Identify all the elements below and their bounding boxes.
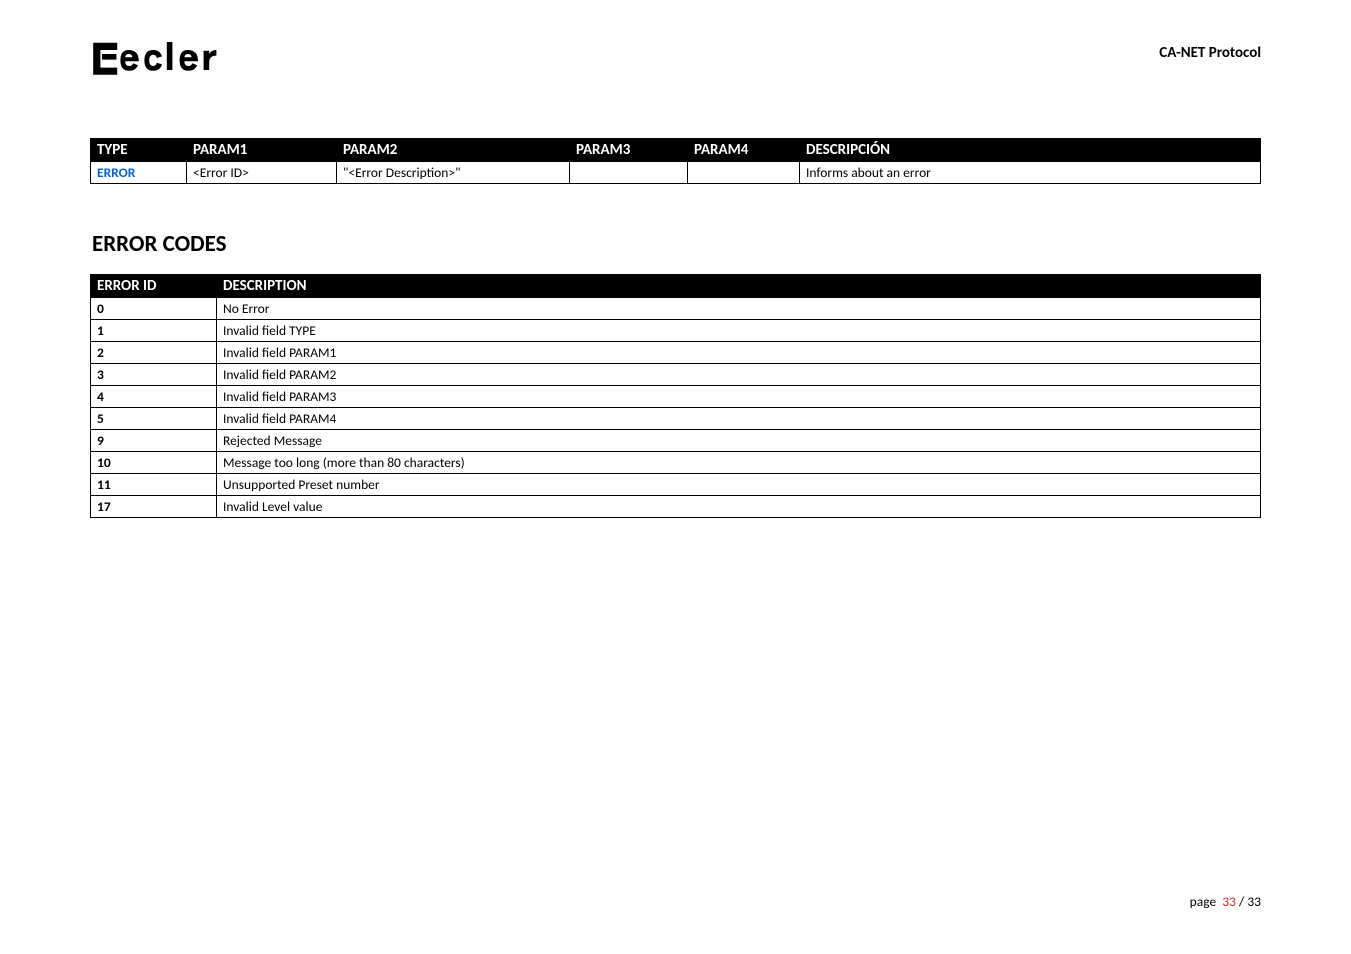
cell-param3: [570, 162, 688, 184]
cell-error-id: 1: [91, 320, 217, 342]
col-header-param2: PARAM2: [337, 139, 570, 162]
table-row: 5Invalid field PARAM4: [91, 408, 1261, 430]
table-row: 3Invalid field PARAM2: [91, 364, 1261, 386]
cell-param4: [688, 162, 800, 184]
cell-error-id: 2: [91, 342, 217, 364]
col-header-description: DESCRIPTION: [217, 275, 1261, 298]
cell-error-desc: Invalid field PARAM1: [217, 342, 1261, 364]
error-codes-header: ERROR ID DESCRIPTION: [91, 275, 1261, 298]
cell-error-id: 11: [91, 474, 217, 496]
cell-error-desc: Invalid field TYPE: [217, 320, 1261, 342]
footer-page-label: page: [1190, 893, 1217, 910]
page: CA-NET Protocol TYPE PARAM1 PARAM2 PARAM…: [0, 0, 1351, 954]
cell-error-id: 5: [91, 408, 217, 430]
col-header-descripcion: DESCRIPCIÓN: [800, 139, 1261, 162]
col-header-param3: PARAM3: [570, 139, 688, 162]
table-row: 17Invalid Level value: [91, 496, 1261, 518]
col-header-type: TYPE: [91, 139, 187, 162]
cell-param2: "<Error Description>": [337, 162, 570, 184]
page-header: CA-NET Protocol: [90, 38, 1261, 82]
cell-error-id: 4: [91, 386, 217, 408]
cell-error-id: 9: [91, 430, 217, 452]
footer-total-pages: 33: [1247, 893, 1261, 910]
table-row: 10Message too long (more than 80 charact…: [91, 452, 1261, 474]
error-codes-table: ERROR ID DESCRIPTION 0No Error 1Invalid …: [90, 274, 1261, 518]
table-row: 11Unsupported Preset number: [91, 474, 1261, 496]
col-header-error-id: ERROR ID: [91, 275, 217, 298]
table-row: ERROR <Error ID> "<Error Description>" I…: [91, 162, 1261, 184]
table-row: 2Invalid field PARAM1: [91, 342, 1261, 364]
page-footer: page 33 / 33: [1190, 893, 1261, 910]
footer-sep: /: [1236, 893, 1247, 910]
error-type-link[interactable]: ERROR: [97, 164, 135, 181]
cell-error-id: 0: [91, 298, 217, 320]
section-title-error-codes: ERROR CODES: [92, 230, 1261, 258]
col-header-param4: PARAM4: [688, 139, 800, 162]
ecler-logo: [90, 38, 266, 82]
cell-descripcion: Informs about an error: [800, 162, 1261, 184]
cell-param1: <Error ID>: [187, 162, 337, 184]
footer-current-page: 33: [1222, 893, 1236, 910]
cell-error-desc: Invalid field PARAM4: [217, 408, 1261, 430]
params-table-header: TYPE PARAM1 PARAM2 PARAM3 PARAM4 DESCRIP…: [91, 139, 1261, 162]
cell-error-desc: Rejected Message: [217, 430, 1261, 452]
cell-error-desc: Invalid field PARAM2: [217, 364, 1261, 386]
table-row: 0No Error: [91, 298, 1261, 320]
cell-type: ERROR: [91, 162, 187, 184]
cell-error-desc: Unsupported Preset number: [217, 474, 1261, 496]
table-row: 9Rejected Message: [91, 430, 1261, 452]
protocol-label: CA-NET Protocol: [1159, 44, 1261, 62]
table-row: 4Invalid field PARAM3: [91, 386, 1261, 408]
cell-error-id: 3: [91, 364, 217, 386]
params-table: TYPE PARAM1 PARAM2 PARAM3 PARAM4 DESCRIP…: [90, 138, 1261, 184]
cell-error-desc: Invalid field PARAM3: [217, 386, 1261, 408]
cell-error-id: 10: [91, 452, 217, 474]
cell-error-desc: No Error: [217, 298, 1261, 320]
cell-error-desc: Message too long (more than 80 character…: [217, 452, 1261, 474]
col-header-param1: PARAM1: [187, 139, 337, 162]
cell-error-id: 17: [91, 496, 217, 518]
table-row: 1Invalid field TYPE: [91, 320, 1261, 342]
cell-error-desc: Invalid Level value: [217, 496, 1261, 518]
